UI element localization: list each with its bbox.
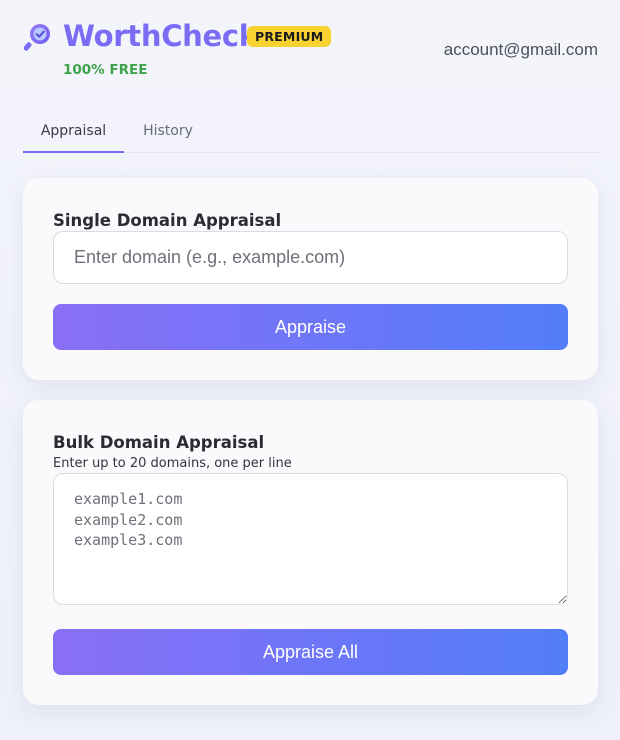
- account-email[interactable]: account@gmail.com: [444, 40, 598, 60]
- bulk-appraisal-title: Bulk Domain Appraisal: [53, 433, 265, 452]
- tab-appraisal[interactable]: Appraisal: [23, 110, 124, 153]
- magnifier-check-icon: [24, 24, 50, 51]
- bulk-appraisal-subtitle: Enter up to 20 domains, one per line: [53, 456, 292, 471]
- bulk-appraisal-card: Bulk Domain Appraisal Enter up to 20 dom…: [23, 400, 598, 705]
- brand-name: WorthCheck: [63, 19, 258, 53]
- domain-input[interactable]: [53, 231, 568, 284]
- free-tagline: 100% FREE: [63, 62, 148, 78]
- appraise-all-button[interactable]: Appraise All: [53, 629, 568, 675]
- tab-bar: Appraisal History: [23, 110, 598, 153]
- single-appraisal-title: Single Domain Appraisal: [53, 211, 282, 230]
- single-appraisal-card: Single Domain Appraisal Appraise: [23, 178, 598, 380]
- bulk-domains-textarea[interactable]: [53, 473, 568, 605]
- premium-badge: PREMIUM: [247, 26, 332, 47]
- app-header: WorthCheck PREMIUM 100% FREE account@gma…: [0, 0, 620, 100]
- tab-history[interactable]: History: [124, 110, 212, 152]
- appraise-button[interactable]: Appraise: [53, 304, 568, 350]
